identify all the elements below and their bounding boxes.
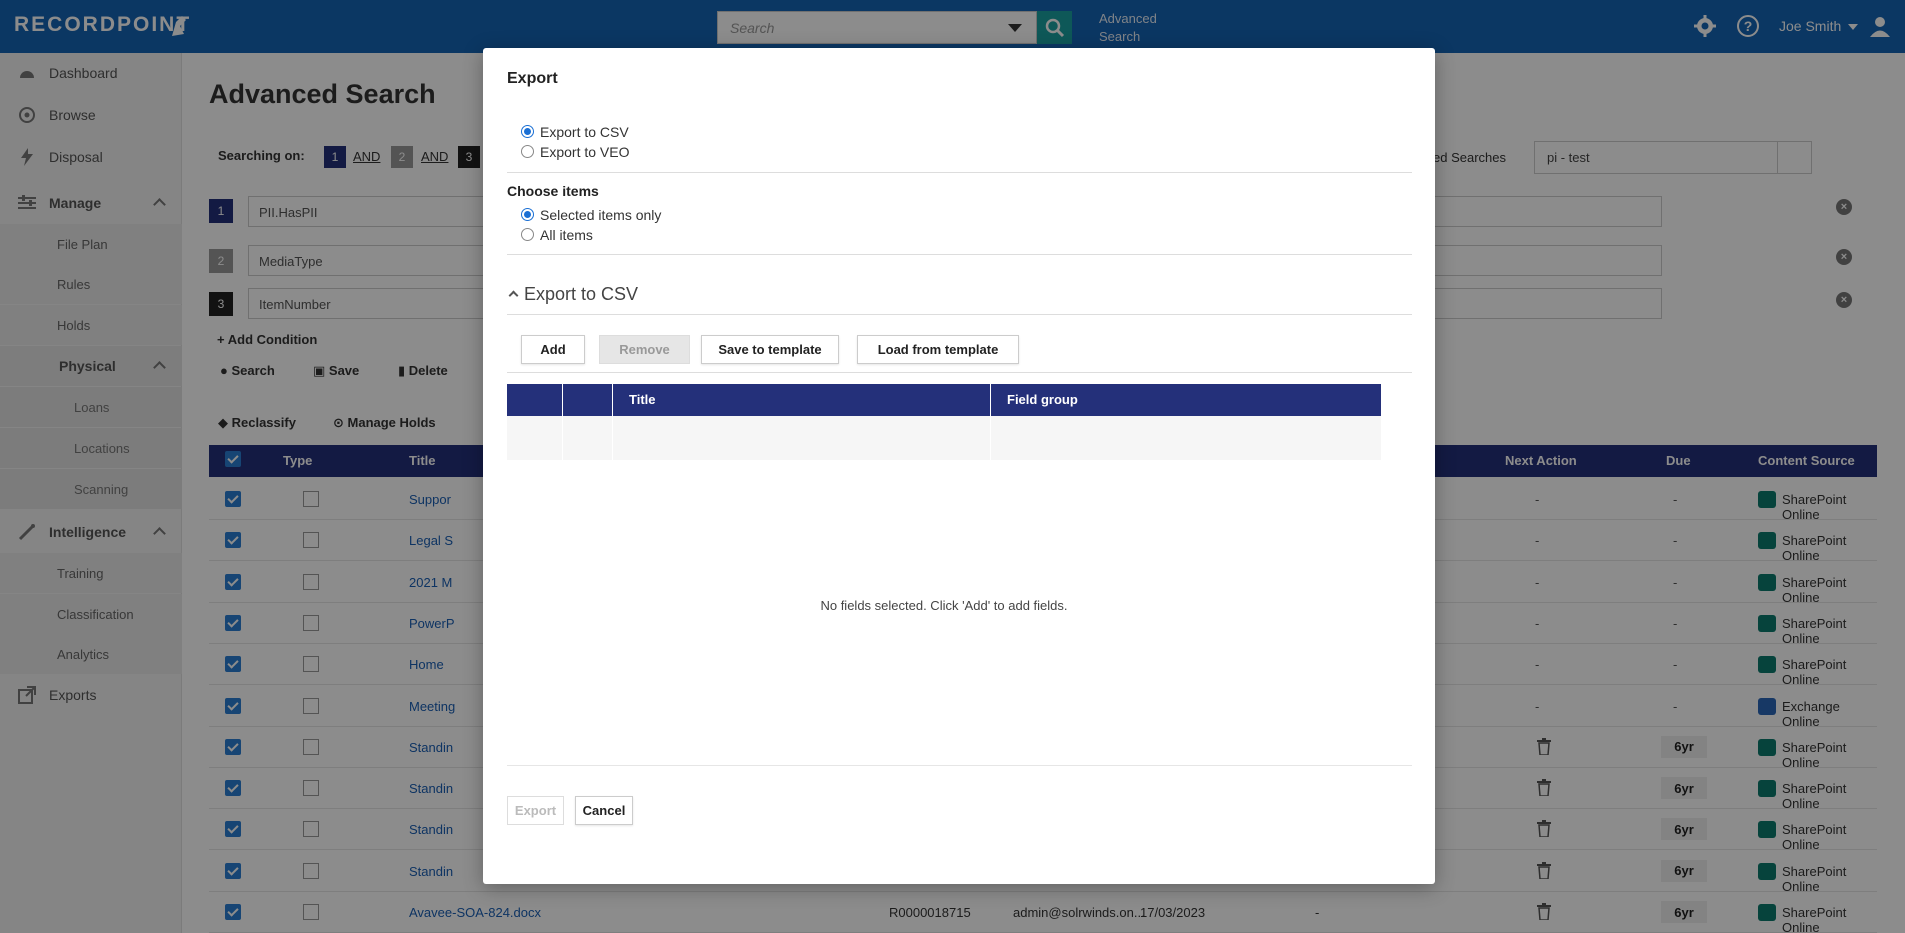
selected-items-label[interactable]: Selected items only bbox=[540, 207, 661, 223]
choose-items-label: Choose items bbox=[507, 183, 599, 199]
save-to-template-button[interactable]: Save to template bbox=[701, 335, 839, 364]
fields-table-empty-row bbox=[507, 416, 1381, 460]
chevron-up-icon[interactable] bbox=[508, 290, 519, 301]
load-from-template-button[interactable]: Load from template bbox=[857, 335, 1019, 364]
add-field-button[interactable]: Add bbox=[521, 335, 585, 364]
column-header-select bbox=[507, 384, 563, 416]
export-veo-label[interactable]: Export to VEO bbox=[540, 144, 629, 160]
divider bbox=[507, 254, 1412, 255]
all-items-label[interactable]: All items bbox=[540, 227, 593, 243]
export-csv-section-title[interactable]: Export to CSV bbox=[524, 284, 638, 305]
table-cell bbox=[613, 416, 991, 460]
empty-fields-message: No fields selected. Click 'Add' to add f… bbox=[820, 598, 1068, 613]
table-cell bbox=[563, 416, 613, 460]
table-cell bbox=[507, 416, 563, 460]
all-items-radio[interactable] bbox=[521, 228, 534, 241]
fields-table-header: Title Field group bbox=[507, 384, 1381, 416]
divider bbox=[507, 314, 1412, 315]
export-csv-label[interactable]: Export to CSV bbox=[540, 124, 629, 140]
export-csv-radio[interactable] bbox=[521, 125, 534, 138]
cancel-button[interactable]: Cancel bbox=[575, 796, 633, 825]
export-button[interactable]: Export bbox=[507, 796, 564, 825]
column-header-title[interactable]: Title bbox=[629, 392, 656, 407]
dialog-title: Export bbox=[507, 70, 558, 87]
column-header-field-group[interactable]: Field group bbox=[1007, 392, 1078, 407]
divider bbox=[507, 765, 1412, 766]
column-header-order bbox=[563, 384, 613, 416]
export-veo-radio[interactable] bbox=[521, 145, 534, 158]
column-header-title-cell bbox=[613, 384, 991, 416]
remove-field-button[interactable]: Remove bbox=[599, 335, 690, 364]
selected-items-radio[interactable] bbox=[521, 208, 534, 221]
divider bbox=[507, 172, 1412, 173]
divider bbox=[507, 372, 1412, 373]
export-dialog: Export Export to CSV Export to VEO Choos… bbox=[483, 48, 1435, 884]
